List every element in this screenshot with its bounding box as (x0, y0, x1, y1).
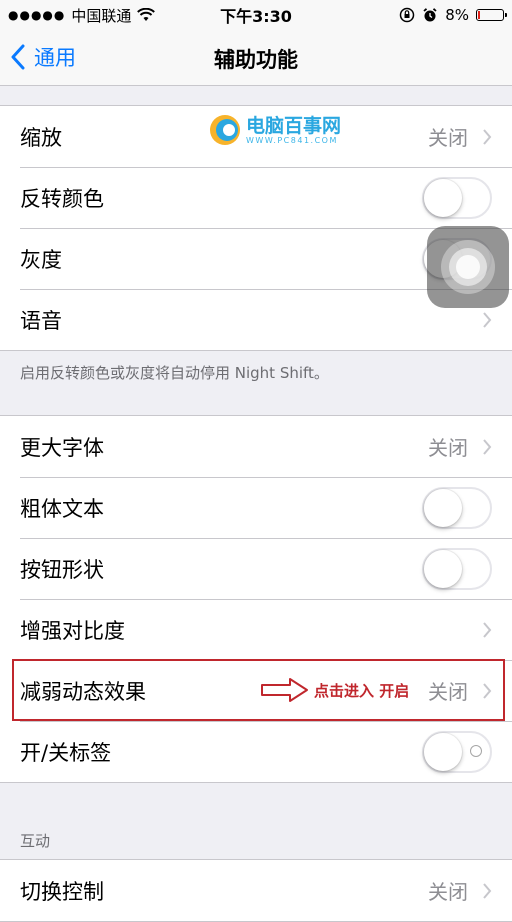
invert-colors-label: 反转颜色 (20, 186, 104, 211)
switch-control-label: 切换控制 (20, 879, 104, 904)
battery-percent: 8% (445, 6, 469, 24)
watermark: 电脑百事网 WWW.PC841.COM (208, 113, 341, 147)
grayscale-label: 灰度 (20, 247, 62, 272)
larger-text-value: 关闭 (428, 436, 468, 460)
invert-colors-row: 反转颜色 (0, 167, 512, 228)
wifi-icon (137, 8, 156, 21)
zoom-label: 缩放 (20, 125, 62, 150)
chevron-right-icon (483, 882, 492, 899)
button-shapes-toggle[interactable] (422, 547, 492, 590)
arrow-right-icon (261, 678, 308, 702)
annotation-text: 点击进入 开启 (314, 681, 410, 700)
battery-icon (476, 9, 507, 21)
increase-contrast-label: 增强对比度 (20, 618, 125, 643)
switch-control-value: 关闭 (428, 880, 468, 904)
larger-text-label: 更大字体 (20, 435, 104, 460)
alarm-icon (423, 8, 437, 22)
annotation: 点击进入 开启 (260, 677, 409, 703)
display-settings-group: 更大字体 关闭 粗体文本 按钮形状 增强对比度 减弱动态效果 关闭 开/关标签 (0, 415, 512, 783)
interaction-section-header: 互动 (20, 832, 51, 850)
interaction-settings-group: 切换控制 关闭 (0, 859, 512, 922)
on-off-labels-row: 开/关标签 (0, 721, 512, 782)
watermark-logo-icon (210, 115, 240, 145)
carrier-name: 中国联通 (71, 6, 132, 25)
navigation-bar: 通用 辅助功能 (0, 30, 512, 86)
watermark-url: WWW.PC841.COM (246, 135, 338, 145)
on-off-labels-label: 开/关标签 (20, 740, 112, 765)
bold-text-row: 粗体文本 (0, 477, 512, 538)
button-shapes-row: 按钮形状 (0, 538, 512, 599)
on-off-labels-toggle[interactable] (422, 730, 492, 773)
invert-colors-toggle[interactable] (422, 176, 492, 219)
chevron-right-icon (483, 621, 492, 638)
night-shift-note: 启用反转颜色或灰度将自动停用 Night Shift。 (20, 364, 329, 382)
status-bar: ●●●●● 中国联通 下午3:30 8% (0, 0, 512, 30)
chevron-right-icon (483, 128, 492, 145)
watermark-title: 电脑百事网 (246, 114, 342, 137)
zoom-value: 关闭 (428, 126, 468, 150)
assistive-touch-button[interactable] (427, 226, 509, 308)
highlight-box (12, 659, 505, 721)
larger-text-row[interactable]: 更大字体 关闭 (0, 416, 512, 477)
switch-control-row[interactable]: 切换控制 关闭 (0, 860, 512, 921)
button-shapes-label: 按钮形状 (20, 557, 104, 582)
page-title: 辅助功能 (214, 48, 298, 72)
bold-text-toggle[interactable] (422, 486, 492, 529)
speech-label: 语音 (20, 308, 62, 333)
increase-contrast-row[interactable]: 增强对比度 (0, 599, 512, 660)
status-time: 下午3:30 (220, 7, 292, 26)
chevron-right-icon (483, 311, 492, 328)
signal-strength-icon: ●●●●● (8, 8, 66, 22)
orientation-lock-icon (399, 7, 415, 23)
bold-text-label: 粗体文本 (20, 496, 104, 521)
chevron-right-icon (483, 438, 492, 455)
